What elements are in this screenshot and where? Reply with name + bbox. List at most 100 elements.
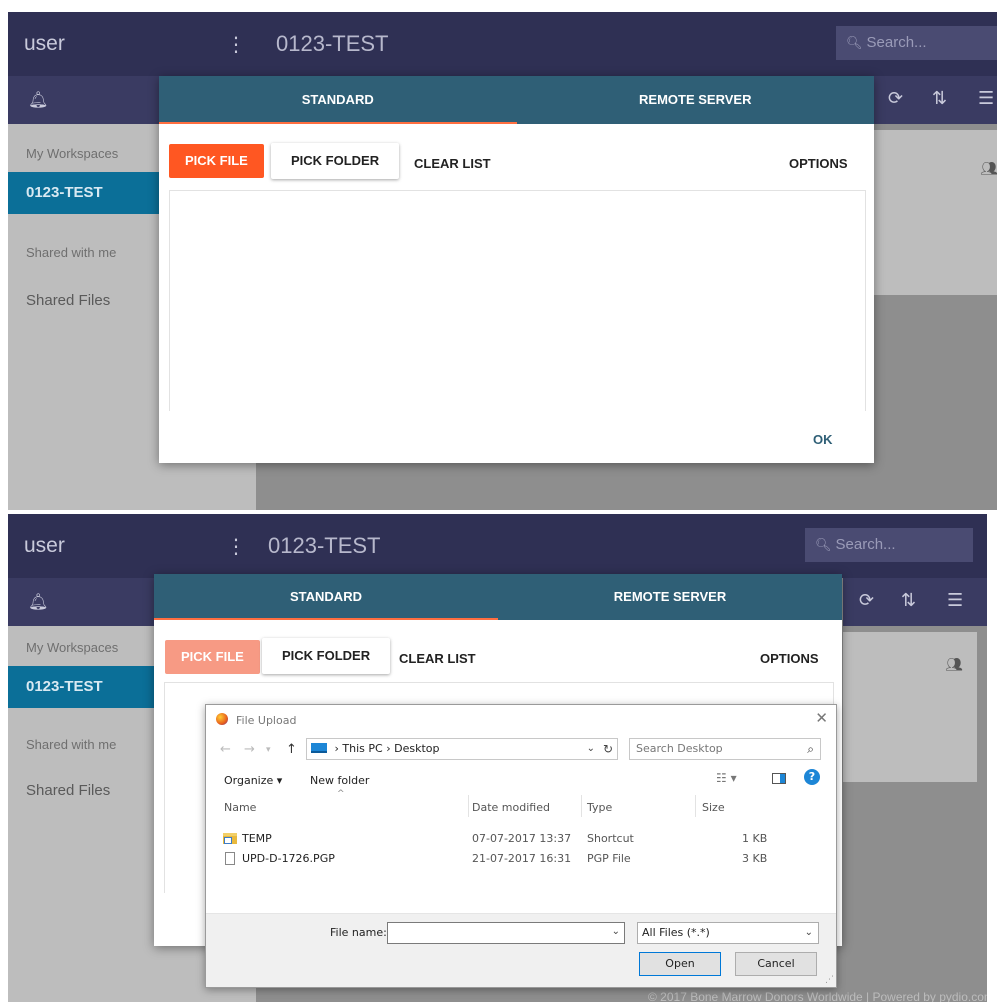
- cancel-button[interactable]: Cancel: [735, 952, 817, 976]
- clear-list-button[interactable]: CLEAR LIST: [399, 651, 476, 666]
- pick-folder-button[interactable]: PICK FOLDER: [262, 638, 391, 674]
- search-icon: 🔍︎: [846, 35, 863, 50]
- workspace-title: 0123-TEST: [268, 533, 381, 558]
- file-row[interactable]: TEMP 07-07-2017 13:37 Shortcut 1 KB: [206, 829, 836, 849]
- ok-button[interactable]: OK: [813, 432, 833, 447]
- file-type-value: All Files (*.*): [642, 926, 710, 939]
- tab-remote-server[interactable]: REMOTE SERVER: [498, 574, 842, 620]
- user-menu[interactable]: user: [24, 32, 65, 56]
- nav-section-my-workspaces: My Workspaces: [26, 146, 119, 161]
- column-header-type[interactable]: Type: [587, 801, 612, 814]
- sort-icon[interactable]: ⇅: [901, 590, 916, 611]
- sidebar-header: user ⋮: [8, 12, 256, 76]
- pick-folder-button[interactable]: PICK FOLDER: [271, 143, 400, 179]
- more-vert-icon[interactable]: ⋮: [226, 534, 246, 559]
- list-view-icon[interactable]: ☰: [978, 88, 994, 109]
- workspace-title: 0123-TEST: [276, 31, 389, 56]
- nav-item-shared-files[interactable]: Shared Files: [26, 782, 110, 799]
- options-button[interactable]: OPTIONS: [760, 651, 819, 666]
- address-bar[interactable]: › This PC › Desktop ⌄ ↻: [306, 738, 618, 760]
- preview-pane-icon[interactable]: [772, 773, 786, 784]
- file-icon: [225, 852, 235, 865]
- change-view-icon[interactable]: ☷ ▾: [716, 771, 737, 785]
- breadcrumb-this-pc[interactable]: This PC: [342, 742, 382, 755]
- breadcrumb-separator: ›: [386, 742, 395, 755]
- upload-tabs: STANDARD REMOTE SERVER: [159, 76, 874, 124]
- search-placeholder: Search...: [835, 536, 896, 553]
- footer-copyright: © 2017 Bone Marrow Donors Worldwide | Po…: [648, 990, 987, 1002]
- user-menu[interactable]: user: [24, 534, 65, 558]
- sort-ascending-icon: ^: [337, 789, 345, 799]
- breadcrumb-desktop[interactable]: Desktop: [394, 742, 439, 755]
- file-toolbar: ⟳ ⇅ ☰: [843, 578, 987, 626]
- file-size: 3 KB: [742, 852, 768, 865]
- pick-file-button[interactable]: PICK FILE: [165, 640, 260, 674]
- file-date: 21-07-2017 16:31: [472, 852, 572, 865]
- file-size: 1 KB: [742, 832, 768, 845]
- file-name: UPD-D-1726.PGP: [242, 852, 335, 865]
- more-vert-icon[interactable]: ⋮: [226, 32, 246, 57]
- chevron-down-icon: ⌄: [804, 927, 813, 938]
- file-name-input[interactable]: ⌄: [387, 922, 625, 944]
- refresh-icon[interactable]: ⟳: [859, 590, 874, 611]
- refresh-icon[interactable]: ↻: [603, 739, 613, 759]
- nav-section-shared-with-me: Shared with me: [26, 737, 117, 752]
- info-card: 👥︎: [843, 632, 977, 782]
- column-header-size[interactable]: Size: [702, 801, 725, 814]
- window-title: File Upload: [236, 714, 297, 727]
- bell-icon[interactable]: 🔔︎: [28, 592, 48, 612]
- column-separator: [581, 795, 582, 817]
- tab-standard[interactable]: STANDARD: [154, 574, 498, 620]
- new-folder-button[interactable]: New folder: [310, 774, 369, 787]
- nav-item-shared-files[interactable]: Shared Files: [26, 292, 110, 309]
- sort-icon[interactable]: ⇅: [932, 88, 947, 109]
- upload-list[interactable]: [169, 190, 866, 411]
- column-header-date-modified[interactable]: Date modified: [472, 801, 550, 814]
- search-desktop-input[interactable]: Search Desktop ⌕: [629, 738, 821, 760]
- column-separator: [695, 795, 696, 817]
- tab-remote-server[interactable]: REMOTE SERVER: [517, 76, 875, 124]
- file-type: Shortcut: [587, 832, 634, 845]
- search-placeholder: Search...: [866, 34, 927, 51]
- file-row[interactable]: UPD-D-1726.PGP 21-07-2017 16:31 PGP File…: [206, 849, 836, 869]
- pick-file-button[interactable]: PICK FILE: [169, 144, 264, 178]
- back-arrow-icon[interactable]: ←: [220, 742, 231, 757]
- options-button[interactable]: OPTIONS: [789, 156, 848, 171]
- chevron-down-icon[interactable]: ⌄: [587, 739, 595, 759]
- tab-underline: [154, 618, 498, 620]
- nav-section-my-workspaces: My Workspaces: [26, 640, 119, 655]
- file-name: TEMP: [242, 832, 272, 845]
- organize-button[interactable]: Organize ▾: [224, 774, 282, 787]
- close-icon[interactable]: ✕: [815, 709, 828, 727]
- list-view-icon[interactable]: ☰: [947, 590, 963, 611]
- help-icon[interactable]: ?: [804, 769, 820, 785]
- column-separator: [468, 795, 469, 817]
- file-picker-footer: File name: ⌄ All Files (*.*) ⌄ Open Canc…: [206, 913, 836, 987]
- clear-list-button[interactable]: CLEAR LIST: [414, 156, 491, 171]
- column-header-name[interactable]: Name: [224, 801, 256, 814]
- refresh-icon[interactable]: ⟳: [888, 88, 903, 109]
- file-type-select[interactable]: All Files (*.*) ⌄: [637, 922, 819, 944]
- folder-shortcut-icon: [223, 833, 237, 844]
- search-input[interactable]: 🔍︎ Search...: [805, 528, 973, 562]
- up-arrow-icon[interactable]: ↑: [286, 742, 297, 757]
- chevron-down-icon[interactable]: ⌄: [612, 926, 620, 937]
- screenshot-upload-dialog: user ⋮ 🔔︎ My Workspaces 0123-TEST Shared…: [8, 12, 997, 510]
- file-name-label: File name:: [330, 926, 387, 939]
- open-button[interactable]: Open: [639, 952, 721, 976]
- upload-tabs: STANDARD REMOTE SERVER: [154, 574, 842, 620]
- file-toolbar: ⟳ ⇅ ☰: [868, 76, 997, 124]
- search-input[interactable]: 🔍︎ Search...: [836, 26, 997, 60]
- recent-locations-icon[interactable]: ▾: [266, 745, 271, 755]
- tab-standard[interactable]: STANDARD: [159, 76, 517, 124]
- file-date: 07-07-2017 13:37: [472, 832, 572, 845]
- forward-arrow-icon[interactable]: →: [244, 742, 255, 757]
- file-upload-window: File Upload ✕ ← → ▾ ↑ › This PC › Deskto…: [205, 704, 837, 988]
- bell-icon[interactable]: 🔔︎: [28, 90, 48, 110]
- resize-grip-icon[interactable]: ⋰: [825, 975, 834, 985]
- file-type: PGP File: [587, 852, 631, 865]
- search-desktop-placeholder: Search Desktop: [636, 742, 723, 755]
- search-icon: 🔍︎: [815, 537, 832, 552]
- info-card: 👥︎: [874, 130, 997, 295]
- people-icon: 👥︎: [980, 160, 997, 176]
